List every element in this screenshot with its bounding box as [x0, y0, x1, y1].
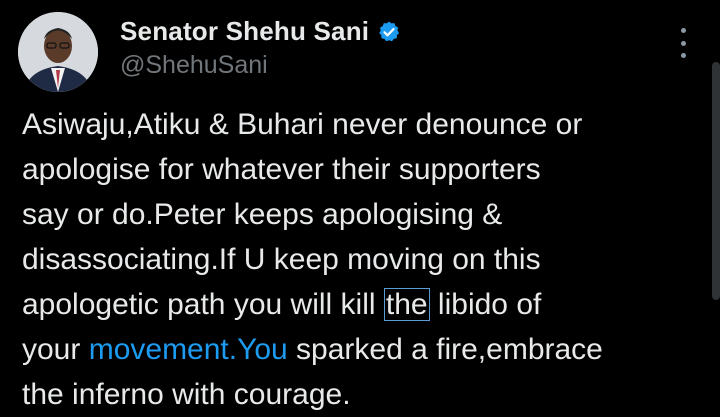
tweet-line: apologetic path you will kill the libido… [22, 282, 702, 327]
tweet-line: disassociating.If U keep moving on this [22, 243, 541, 276]
tweet-text-segment: your [22, 333, 89, 366]
tweet-line: say or do.Peter keeps apologising & [22, 198, 503, 231]
selected-word[interactable]: the [383, 288, 430, 321]
tweet-text-segment: sparked a fire,embrace [287, 333, 603, 366]
scrollbar[interactable] [712, 62, 720, 300]
tweet-line: Asiwaju,Atiku & Buhari never denounce or [22, 108, 583, 141]
tweet-line: the inferno with courage. [22, 378, 351, 411]
tweet-link[interactable]: movement.You [89, 333, 288, 366]
tweet-line: apologise for whatever their supporters [22, 153, 541, 186]
more-options-icon[interactable] [672, 28, 694, 58]
tweet-text: Asiwaju,Atiku & Buhari never denounce or… [22, 102, 702, 417]
tweet-text-segment: libido of [429, 288, 542, 321]
avatar[interactable] [18, 12, 98, 92]
author-row: Senator Shehu Sani [120, 16, 401, 47]
profile-photo [18, 12, 98, 92]
verified-badge-icon [379, 21, 400, 41]
tweet-text-segment: apologetic path you will kill [22, 288, 384, 321]
author-name[interactable]: Senator Shehu Sani [120, 16, 369, 47]
tweet-line: your movement.You sparked a fire,embrace [22, 327, 702, 372]
author-handle[interactable]: @ShehuSani [120, 51, 268, 80]
